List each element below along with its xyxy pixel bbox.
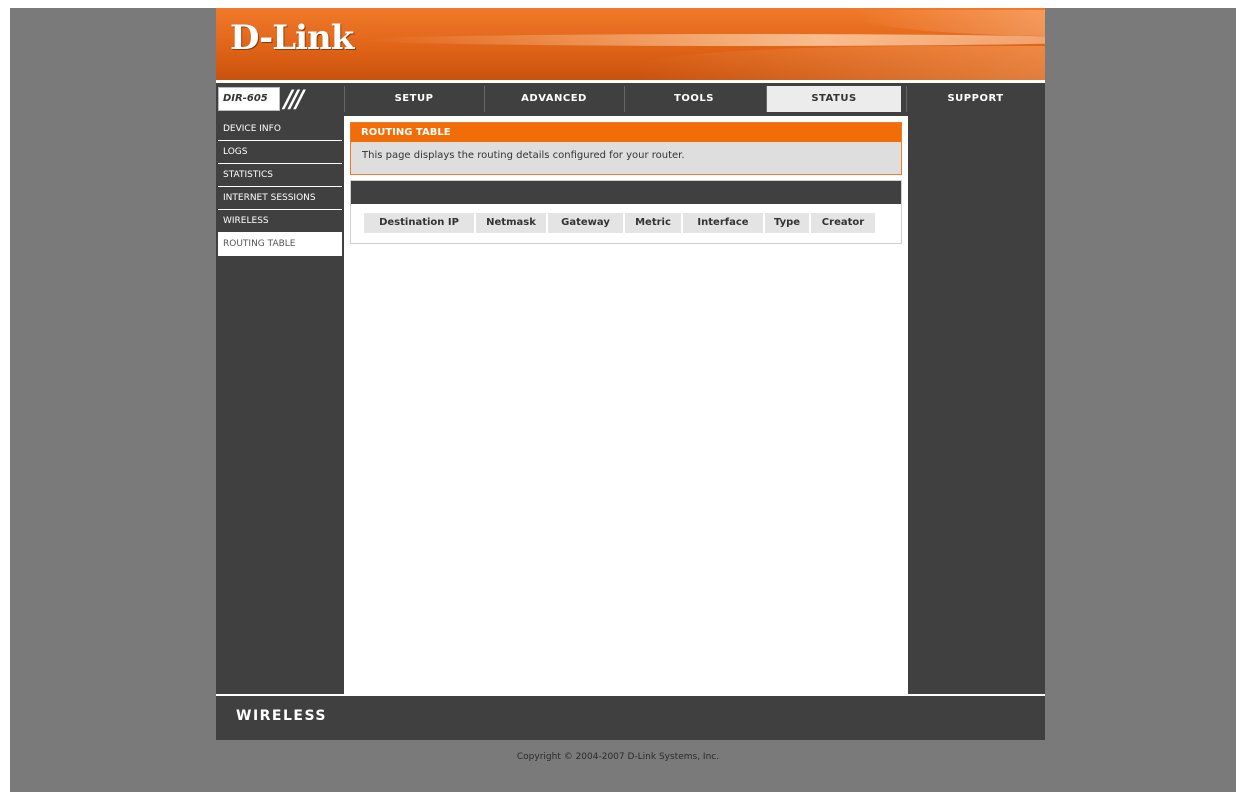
tab-label: SUPPORT [947, 93, 1004, 104]
router-admin-frame: D-Link DIR-605 /// SETUP ADVANCED TOOLS … [216, 8, 1045, 740]
sidebar: DEVICE INFO LOGS STATISTICS INTERNET SES… [218, 118, 342, 694]
banner-swoosh [366, 34, 1045, 46]
footer: WIRELESS [216, 694, 1045, 740]
routing-table-info-panel: ROUTING TABLE This page displays the rou… [350, 122, 902, 175]
main-content: ROUTING TABLE This page displays the rou… [344, 116, 908, 694]
column-header-interface: Interface [683, 213, 763, 233]
sidebar-item-logs[interactable]: LOGS [218, 141, 342, 164]
sidebar-item-routing-table[interactable]: ROUTING TABLE [218, 233, 342, 256]
tab-label: ADVANCED [521, 93, 587, 104]
sidebar-item-wireless[interactable]: WIRELESS [218, 210, 342, 233]
tab-tools[interactable]: TOOLS [624, 86, 763, 112]
page-description: This page displays the routing details c… [362, 150, 685, 161]
top-navigation: DIR-605 /// SETUP ADVANCED TOOLS STATUS … [216, 83, 1045, 116]
column-header-creator: Creator [811, 213, 875, 233]
copyright-text: Copyright © 2004-2007 D-Link Systems, In… [516, 752, 720, 762]
tab-label: TOOLS [674, 93, 714, 104]
model-name: DIR-605 [218, 87, 280, 111]
right-help-column [909, 118, 1043, 694]
panel-header-bar [351, 181, 901, 204]
model-badge: DIR-605 /// [218, 85, 344, 113]
sidebar-item-device-info[interactable]: DEVICE INFO [218, 118, 342, 141]
column-header-destination-ip: Destination IP [364, 213, 474, 233]
sidebar-item-internet-sessions[interactable]: INTERNET SESSIONS [218, 187, 342, 210]
header-banner: D-Link [216, 8, 1045, 83]
tab-support[interactable]: SUPPORT [906, 86, 1044, 112]
model-slashes: /// [284, 85, 304, 113]
tab-label: STATUS [811, 93, 857, 104]
dlink-logo: D-Link [230, 18, 354, 58]
banner-swoosh [636, 46, 1045, 80]
column-header-type: Type [765, 213, 809, 233]
wireless-footer-logo: WIRELESS [236, 708, 328, 724]
page-title: ROUTING TABLE [351, 123, 901, 142]
tab-status[interactable]: STATUS [766, 86, 901, 112]
column-header-gateway: Gateway [548, 213, 623, 233]
sidebar-item-statistics[interactable]: STATISTICS [218, 164, 342, 187]
tab-setup[interactable]: SETUP [344, 86, 483, 112]
banner-swoosh [856, 10, 1045, 36]
tab-advanced[interactable]: ADVANCED [484, 86, 623, 112]
column-header-metric: Metric [625, 213, 681, 233]
tab-label: SETUP [394, 93, 434, 104]
column-header-netmask: Netmask [476, 213, 546, 233]
routing-table-panel: Destination IP Netmask Gateway Metric In… [350, 180, 902, 244]
